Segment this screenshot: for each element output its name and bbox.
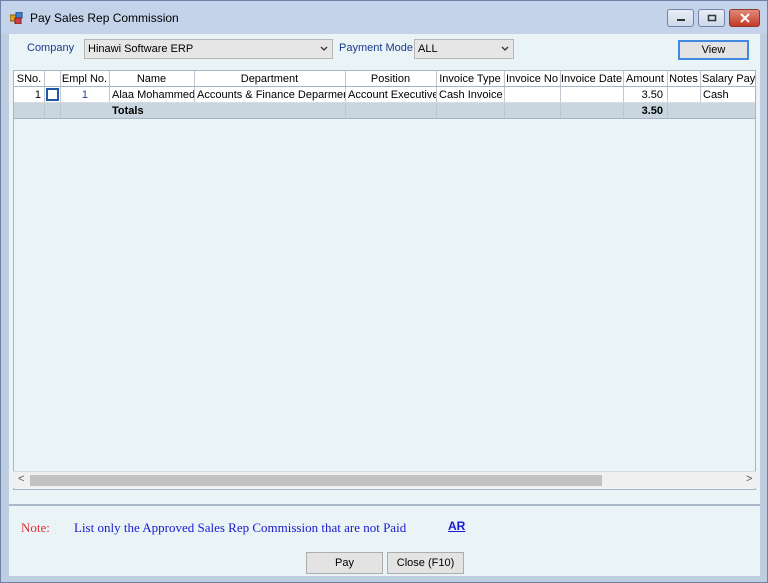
maximize-button[interactable] xyxy=(698,9,725,27)
cell-salary-payment: Cash xyxy=(703,89,729,101)
col-header-notes[interactable]: Notes xyxy=(667,73,700,85)
scroll-right-arrow-icon[interactable]: > xyxy=(746,473,752,485)
company-label: Company xyxy=(27,42,75,54)
pay-button[interactable]: Pay xyxy=(306,552,383,574)
row-select-checkbox[interactable] xyxy=(46,88,59,101)
minimize-icon xyxy=(676,19,685,21)
company-select-value: Hinawi Software ERP xyxy=(88,43,194,55)
col-header-salary-payment[interactable]: Salary Payr xyxy=(702,73,755,85)
footer-panel: Note: List only the Approved Sales Rep C… xyxy=(9,504,760,576)
col-header-invoice-date[interactable]: Invoice Date xyxy=(560,73,623,85)
cell-empl-no: 1 xyxy=(81,89,88,101)
table-row[interactable]: 1 1 Alaa Mohammed Accounts & Finance Dep… xyxy=(14,87,755,103)
col-header-department[interactable]: Department xyxy=(194,73,345,85)
ar-link[interactable]: AR xyxy=(448,519,465,533)
pay-sales-rep-commission-window: Pay Sales Rep Commission Company Hinawi … xyxy=(0,0,768,583)
payment-mode-select-value: ALL xyxy=(418,43,438,55)
scrollbar-thumb[interactable] xyxy=(30,475,602,486)
cell-invoice-type: Cash Invoice xyxy=(439,89,503,101)
app-icon xyxy=(10,12,23,24)
payment-mode-select[interactable]: ALL xyxy=(414,39,514,59)
grid-header: SNo. Empl No. Name Department Position I… xyxy=(14,71,755,87)
totals-label: Totals xyxy=(112,105,144,117)
commission-grid[interactable]: SNo. Empl No. Name Department Position I… xyxy=(13,70,756,490)
cell-name: Alaa Mohammed xyxy=(112,89,194,101)
col-header-amount[interactable]: Amount xyxy=(623,73,667,85)
col-header-invoice-no[interactable]: Invoice No xyxy=(504,73,560,85)
minimize-button[interactable] xyxy=(667,9,694,27)
totals-amount: 3.50 xyxy=(641,105,663,117)
note-text: List only the Approved Sales Rep Commiss… xyxy=(74,520,407,535)
cell-amount: 3.50 xyxy=(641,89,663,101)
cell-position: Account Executive xyxy=(348,89,436,101)
col-header-position[interactable]: Position xyxy=(345,73,436,85)
col-header-sno[interactable]: SNo. xyxy=(14,73,44,85)
company-select[interactable]: Hinawi Software ERP xyxy=(84,39,333,59)
close-button[interactable]: Close (F10) xyxy=(387,552,464,574)
close-window-button[interactable] xyxy=(729,9,760,27)
scroll-left-arrow-icon[interactable]: < xyxy=(18,473,24,485)
horizontal-scrollbar[interactable]: < > xyxy=(13,471,756,488)
col-header-name[interactable]: Name xyxy=(109,73,194,85)
cell-department: Accounts & Finance Deparment xyxy=(197,89,345,101)
client-area: Company Hinawi Software ERP Payment Mode… xyxy=(9,34,760,576)
title-bar[interactable]: Pay Sales Rep Commission xyxy=(1,1,767,34)
view-button[interactable]: View xyxy=(678,40,749,60)
payment-mode-label: Payment Mode xyxy=(339,42,413,54)
chevron-down-icon xyxy=(320,46,328,51)
close-icon xyxy=(739,13,750,23)
window-title: Pay Sales Rep Commission xyxy=(30,11,179,25)
col-header-invoice-type[interactable]: Invoice Type xyxy=(436,73,504,85)
cell-sno: 1 xyxy=(34,89,41,101)
note-label: Note: xyxy=(21,520,50,535)
maximize-icon xyxy=(707,14,716,22)
totals-row: Totals 3.50 xyxy=(14,103,755,119)
chevron-down-icon xyxy=(501,46,509,51)
col-header-empl-no[interactable]: Empl No. xyxy=(60,73,109,85)
